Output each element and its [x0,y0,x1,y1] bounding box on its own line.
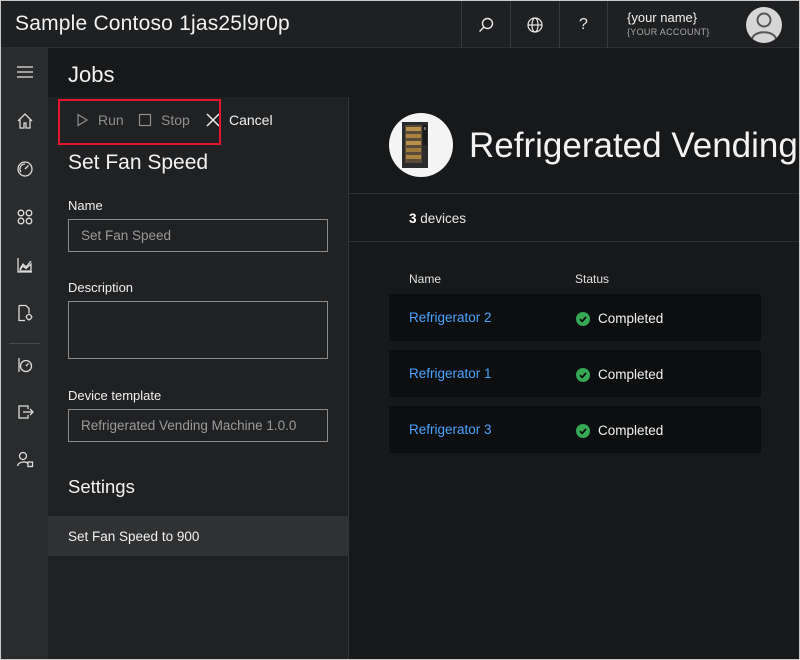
table-row: Refrigerator 1 Completed [389,350,761,397]
nav-jobs[interactable] [1,293,48,333]
count-divider [349,241,799,242]
header-divider [349,193,799,194]
job-details-panel [48,97,348,659]
analytics-icon [16,258,32,273]
check-circle-icon [576,367,590,382]
nav-device-templates[interactable] [1,345,48,385]
device-template-title: Refrigerated Vending Machine 1.0.0 [469,126,799,165]
search-button[interactable] [461,1,509,48]
column-header-status: Status [575,272,610,286]
globe-icon [526,16,543,33]
device-link[interactable]: Refrigerator 2 [409,310,492,325]
language-button[interactable] [510,1,558,48]
home-icon [17,113,32,129]
table-row: Refrigerator 3 Completed [389,406,761,453]
settings-heading: Settings [68,476,135,497]
device-count-suffix: devices [416,211,467,226]
status-label: Completed [598,423,664,438]
status-label: Completed [598,367,664,382]
page-title: Jobs [68,62,115,87]
status-cell: Completed [576,423,663,438]
nav-data-export[interactable] [1,392,48,432]
device-count: 3 devices [409,211,466,226]
cancel-label: Cancel [229,112,273,128]
toolbar-highlight [58,99,221,145]
user-name: {your name} [627,10,698,25]
account-menu[interactable]: {your name} {YOUR ACCOUNT} [607,1,799,48]
device-templates-icon [17,358,32,373]
description-label: Description [68,280,134,295]
nav-devices[interactable] [1,197,48,237]
vending-machine-icon [402,122,428,168]
help-button[interactable]: ? [559,1,607,48]
table-row: Refrigerator 2 Completed [389,294,761,341]
setting-item[interactable]: Set Fan Speed to 900 [48,516,348,556]
jobs-icon [17,304,32,322]
device-image [389,113,453,177]
setting-label: Set Fan Speed to 900 [68,529,200,544]
app-title: Sample Contoso 1jas25l9r0p [15,12,290,35]
check-circle-icon [576,311,590,326]
panel-divider [348,97,349,659]
device-template-field[interactable]: Refrigerated Vending Machine 1.0.0 [68,409,328,442]
app-window: Sample Contoso 1jas25l9r0p ? {your name}… [1,1,799,659]
device-template-label: Device template [68,388,162,403]
menu-toggle[interactable] [1,52,48,92]
device-link[interactable]: Refrigerator 3 [409,422,492,437]
check-circle-icon [576,423,590,438]
devices-icon [17,209,32,225]
dashboard-icon [16,161,33,177]
name-field[interactable]: Set Fan Speed [68,219,328,252]
nav-separator [9,343,40,344]
status-label: Completed [598,311,664,326]
user-account: {YOUR ACCOUNT} [627,27,710,37]
name-label: Name [68,198,103,213]
status-cell: Completed [576,367,663,382]
hamburger-icon [16,66,33,78]
column-header-name: Name [409,272,442,286]
nav-rail [1,48,48,659]
avatar[interactable] [746,7,782,43]
job-name-heading: Set Fan Speed [68,151,209,174]
top-bar: Sample Contoso 1jas25l9r0p ? {your name}… [1,1,799,48]
user-icon [751,12,777,40]
data-export-icon [17,405,34,419]
search-icon [478,17,493,32]
nav-analytics[interactable] [1,245,48,285]
nav-dashboard[interactable] [1,149,48,189]
description-field[interactable] [68,301,328,359]
administration-icon [16,451,33,468]
status-cell: Completed [576,311,663,326]
device-count-number: 3 [409,211,417,226]
device-link[interactable]: Refrigerator 1 [409,366,492,381]
nav-administration[interactable] [1,439,48,479]
help-icon: ? [579,15,588,33]
nav-home[interactable] [1,101,48,141]
